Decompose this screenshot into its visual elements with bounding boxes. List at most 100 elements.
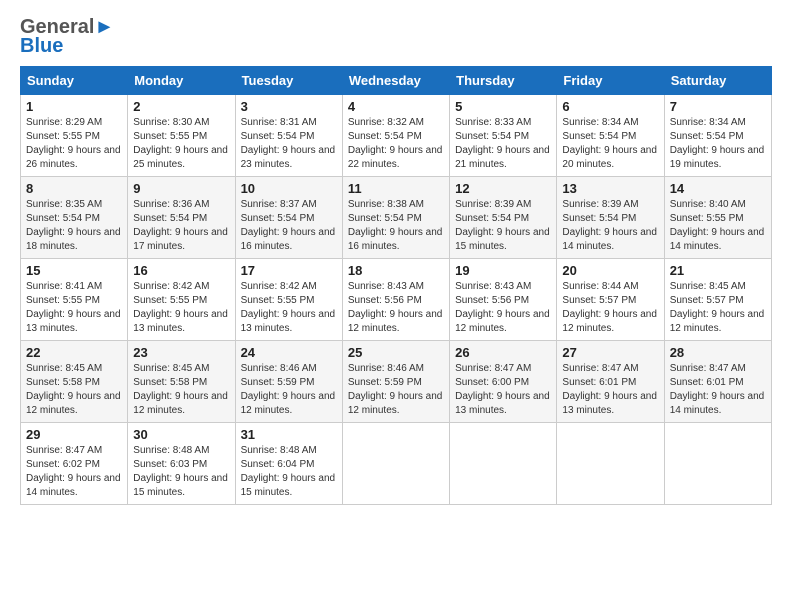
day-detail: Sunrise: 8:44 AMSunset: 5:57 PMDaylight:…	[562, 280, 658, 336]
table-row: 31 Sunrise: 8:48 AMSunset: 6:04 PMDayligh…	[235, 423, 342, 505]
day-detail: Sunrise: 8:32 AMSunset: 5:54 PMDaylight:…	[348, 116, 444, 172]
table-row: 19 Sunrise: 8:43 AMSunset: 5:56 PMDayligh…	[450, 259, 557, 341]
table-row: 1 Sunrise: 8:29 AMSunset: 5:55 PMDaylight…	[21, 95, 128, 177]
col-thursday: Thursday	[450, 67, 557, 95]
col-monday: Monday	[128, 67, 235, 95]
table-row: 17Sunrise: 8:42 AMSunset: 5:55 PMDayligh…	[235, 259, 342, 341]
day-number: 31	[241, 427, 337, 442]
table-row: 25Sunrise: 8:46 AMSunset: 5:59 PMDayligh…	[342, 341, 449, 423]
calendar-week-row: 1 Sunrise: 8:29 AMSunset: 5:55 PMDaylight…	[21, 95, 772, 177]
day-number: 10	[241, 181, 337, 196]
day-number: 5	[455, 99, 551, 114]
day-detail: Sunrise: 8:38 AMSunset: 5:54 PMDaylight:…	[348, 198, 444, 254]
calendar-week-row: 15 Sunrise: 8:41 AMSunset: 5:55 PMDayligh…	[21, 259, 772, 341]
day-detail: Sunrise: 8:42 AMSunset: 5:55 PMDaylight:…	[133, 280, 229, 336]
day-number: 23	[133, 345, 229, 360]
day-number: 24	[241, 345, 337, 360]
day-detail: Sunrise: 8:34 AMSunset: 5:54 PMDaylight:…	[562, 116, 658, 172]
table-row: 8 Sunrise: 8:35 AMSunset: 5:54 PMDaylight…	[21, 177, 128, 259]
table-row: 13 Sunrise: 8:39 AMSunset: 5:54 PMDayligh…	[557, 177, 664, 259]
day-detail: Sunrise: 8:33 AMSunset: 5:54 PMDaylight:…	[455, 116, 551, 172]
day-detail: Sunrise: 8:46 AMSunset: 5:59 PMDaylight:…	[241, 362, 337, 418]
day-detail: Sunrise: 8:48 AMSunset: 6:03 PMDaylight:…	[133, 444, 229, 500]
day-detail: Sunrise: 8:45 AMSunset: 5:57 PMDaylight:…	[670, 280, 766, 336]
day-detail: Sunrise: 8:36 AMSunset: 5:54 PMDaylight:…	[133, 198, 229, 254]
table-row: 30 Sunrise: 8:48 AMSunset: 6:03 PMDayligh…	[128, 423, 235, 505]
day-detail: Sunrise: 8:47 AMSunset: 6:00 PMDaylight:…	[455, 362, 551, 418]
day-number: 13	[562, 181, 658, 196]
table-row: 14 Sunrise: 8:40 AMSunset: 5:55 PMDayligh…	[664, 177, 771, 259]
day-detail: Sunrise: 8:35 AMSunset: 5:54 PMDaylight:…	[26, 198, 122, 254]
day-detail: Sunrise: 8:47 AMSunset: 6:01 PMDaylight:…	[670, 362, 766, 418]
day-detail: Sunrise: 8:40 AMSunset: 5:55 PMDaylight:…	[670, 198, 766, 254]
day-detail: Sunrise: 8:48 AMSunset: 6:04 PMDaylight:…	[241, 444, 337, 500]
day-number: 18	[348, 263, 444, 278]
table-row: 28 Sunrise: 8:47 AMSunset: 6:01 PMDayligh…	[664, 341, 771, 423]
table-row: 6 Sunrise: 8:34 AMSunset: 5:54 PMDaylight…	[557, 95, 664, 177]
table-row: 9 Sunrise: 8:36 AMSunset: 5:54 PMDaylight…	[128, 177, 235, 259]
logo-blue-text: Blue	[20, 35, 114, 58]
table-row: 4Sunrise: 8:32 AMSunset: 5:54 PMDaylight…	[342, 95, 449, 177]
col-saturday: Saturday	[664, 67, 771, 95]
col-wednesday: Wednesday	[342, 67, 449, 95]
day-number: 7	[670, 99, 766, 114]
calendar-table: Sunday Monday Tuesday Wednesday Thursday…	[20, 66, 772, 505]
table-row: 16 Sunrise: 8:42 AMSunset: 5:55 PMDayligh…	[128, 259, 235, 341]
day-number: 11	[348, 181, 444, 196]
table-row: 12Sunrise: 8:39 AMSunset: 5:54 PMDayligh…	[450, 177, 557, 259]
table-row: 22 Sunrise: 8:45 AMSunset: 5:58 PMDayligh…	[21, 341, 128, 423]
day-number: 26	[455, 345, 551, 360]
day-number: 22	[26, 345, 122, 360]
table-row: 26 Sunrise: 8:47 AMSunset: 6:00 PMDayligh…	[450, 341, 557, 423]
table-row: 21Sunrise: 8:45 AMSunset: 5:57 PMDayligh…	[664, 259, 771, 341]
day-number: 27	[562, 345, 658, 360]
day-detail: Sunrise: 8:41 AMSunset: 5:55 PMDaylight:…	[26, 280, 122, 336]
table-row: 11 Sunrise: 8:38 AMSunset: 5:54 PMDayligh…	[342, 177, 449, 259]
table-row: 18Sunrise: 8:43 AMSunset: 5:56 PMDayligh…	[342, 259, 449, 341]
day-detail: Sunrise: 8:29 AMSunset: 5:55 PMDaylight:…	[26, 116, 122, 172]
day-detail: Sunrise: 8:31 AMSunset: 5:54 PMDaylight:…	[241, 116, 337, 172]
day-number: 29	[26, 427, 122, 442]
day-number: 16	[133, 263, 229, 278]
table-row: 20 Sunrise: 8:44 AMSunset: 5:57 PMDayligh…	[557, 259, 664, 341]
day-number: 3	[241, 99, 337, 114]
col-friday: Friday	[557, 67, 664, 95]
day-detail: Sunrise: 8:30 AMSunset: 5:55 PMDaylight:…	[133, 116, 229, 172]
table-row	[557, 423, 664, 505]
day-number: 15	[26, 263, 122, 278]
day-number: 8	[26, 181, 122, 196]
day-number: 20	[562, 263, 658, 278]
table-row: 7Sunrise: 8:34 AMSunset: 5:54 PMDaylight…	[664, 95, 771, 177]
day-number: 9	[133, 181, 229, 196]
day-detail: Sunrise: 8:46 AMSunset: 5:59 PMDaylight:…	[348, 362, 444, 418]
day-detail: Sunrise: 8:42 AMSunset: 5:55 PMDaylight:…	[241, 280, 337, 336]
day-detail: Sunrise: 8:37 AMSunset: 5:54 PMDaylight:…	[241, 198, 337, 254]
day-detail: Sunrise: 8:39 AMSunset: 5:54 PMDaylight:…	[562, 198, 658, 254]
day-number: 14	[670, 181, 766, 196]
day-detail: Sunrise: 8:47 AMSunset: 6:02 PMDaylight:…	[26, 444, 122, 500]
table-row	[450, 423, 557, 505]
day-number: 6	[562, 99, 658, 114]
calendar-week-row: 8 Sunrise: 8:35 AMSunset: 5:54 PMDaylight…	[21, 177, 772, 259]
table-row	[664, 423, 771, 505]
day-number: 19	[455, 263, 551, 278]
day-detail: Sunrise: 8:45 AMSunset: 5:58 PMDaylight:…	[133, 362, 229, 418]
logo: General► Blue	[20, 16, 114, 58]
table-row: 23 Sunrise: 8:45 AMSunset: 5:58 PMDayligh…	[128, 341, 235, 423]
col-tuesday: Tuesday	[235, 67, 342, 95]
table-row: 15 Sunrise: 8:41 AMSunset: 5:55 PMDayligh…	[21, 259, 128, 341]
day-detail: Sunrise: 8:47 AMSunset: 6:01 PMDaylight:…	[562, 362, 658, 418]
day-number: 30	[133, 427, 229, 442]
day-number: 28	[670, 345, 766, 360]
day-number: 1	[26, 99, 122, 114]
table-row	[342, 423, 449, 505]
day-number: 2	[133, 99, 229, 114]
table-row: 10 Sunrise: 8:37 AMSunset: 5:54 PMDayligh…	[235, 177, 342, 259]
table-row: 3 Sunrise: 8:31 AMSunset: 5:54 PMDaylight…	[235, 95, 342, 177]
col-sunday: Sunday	[21, 67, 128, 95]
day-detail: Sunrise: 8:45 AMSunset: 5:58 PMDaylight:…	[26, 362, 122, 418]
calendar-week-row: 22 Sunrise: 8:45 AMSunset: 5:58 PMDayligh…	[21, 341, 772, 423]
day-detail: Sunrise: 8:43 AMSunset: 5:56 PMDaylight:…	[455, 280, 551, 336]
table-row: 29 Sunrise: 8:47 AMSunset: 6:02 PMDayligh…	[21, 423, 128, 505]
day-detail: Sunrise: 8:39 AMSunset: 5:54 PMDaylight:…	[455, 198, 551, 254]
